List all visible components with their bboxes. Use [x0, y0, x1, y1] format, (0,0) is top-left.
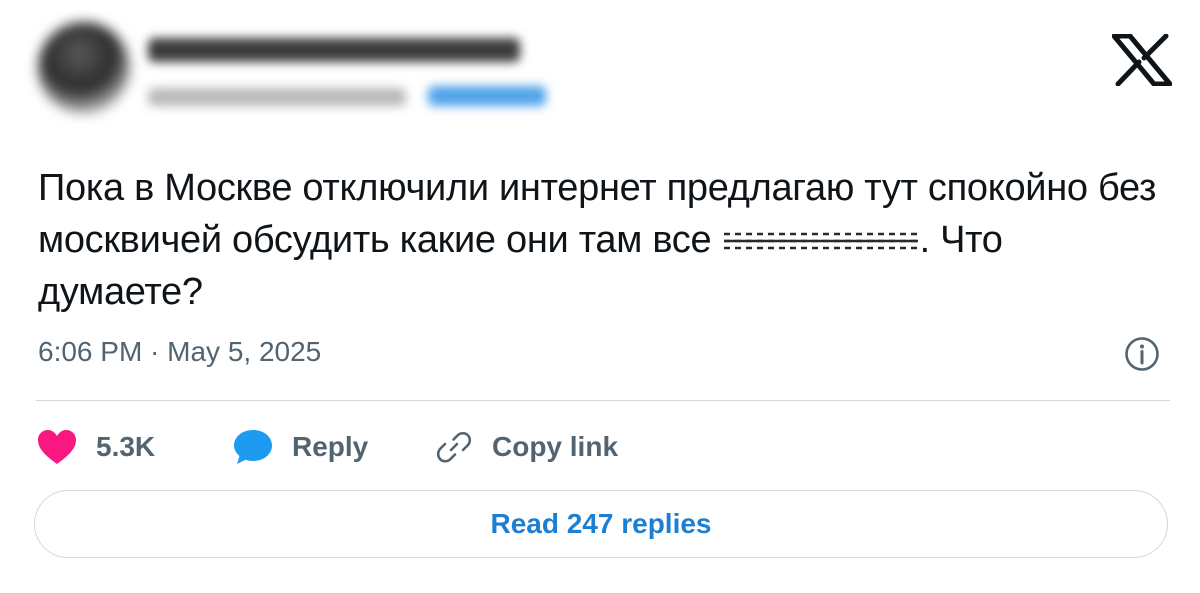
author-handle-blurred[interactable]: @nperevertsenceva — [148, 88, 406, 106]
divider — [36, 400, 1170, 401]
follow-button[interactable]: Follow — [428, 86, 546, 106]
read-replies-button[interactable]: Read 247 replies — [34, 490, 1168, 558]
tweet-card: Наталья Переверзенцева @nperevertsenceva… — [0, 0, 1200, 593]
comment-bubble-icon — [234, 430, 272, 464]
read-replies-label: Read 247 replies — [490, 508, 712, 539]
copy-link-label: Copy link — [492, 431, 619, 462]
tweet-text: Пока в Москве отключили интернет предлаг… — [38, 162, 1168, 318]
info-icon[interactable] — [1124, 336, 1160, 372]
like-button[interactable]: 5.3K — [36, 426, 155, 468]
tweet-timestamp[interactable]: 6:06 PM · May 5, 2025 — [38, 336, 321, 368]
heart-icon — [38, 430, 76, 464]
link-icon — [436, 431, 472, 463]
avatar[interactable] — [38, 22, 130, 114]
censored-word — [722, 220, 920, 260]
reply-label: Reply — [292, 431, 369, 462]
copy-link-button[interactable]: Copy link — [434, 426, 618, 468]
x-logo-icon[interactable] — [1112, 34, 1172, 86]
reply-button[interactable]: Reply — [232, 426, 368, 468]
author-name-blurred[interactable]: Наталья Переверзенцева — [148, 38, 520, 62]
like-count: 5.3K — [96, 431, 156, 462]
